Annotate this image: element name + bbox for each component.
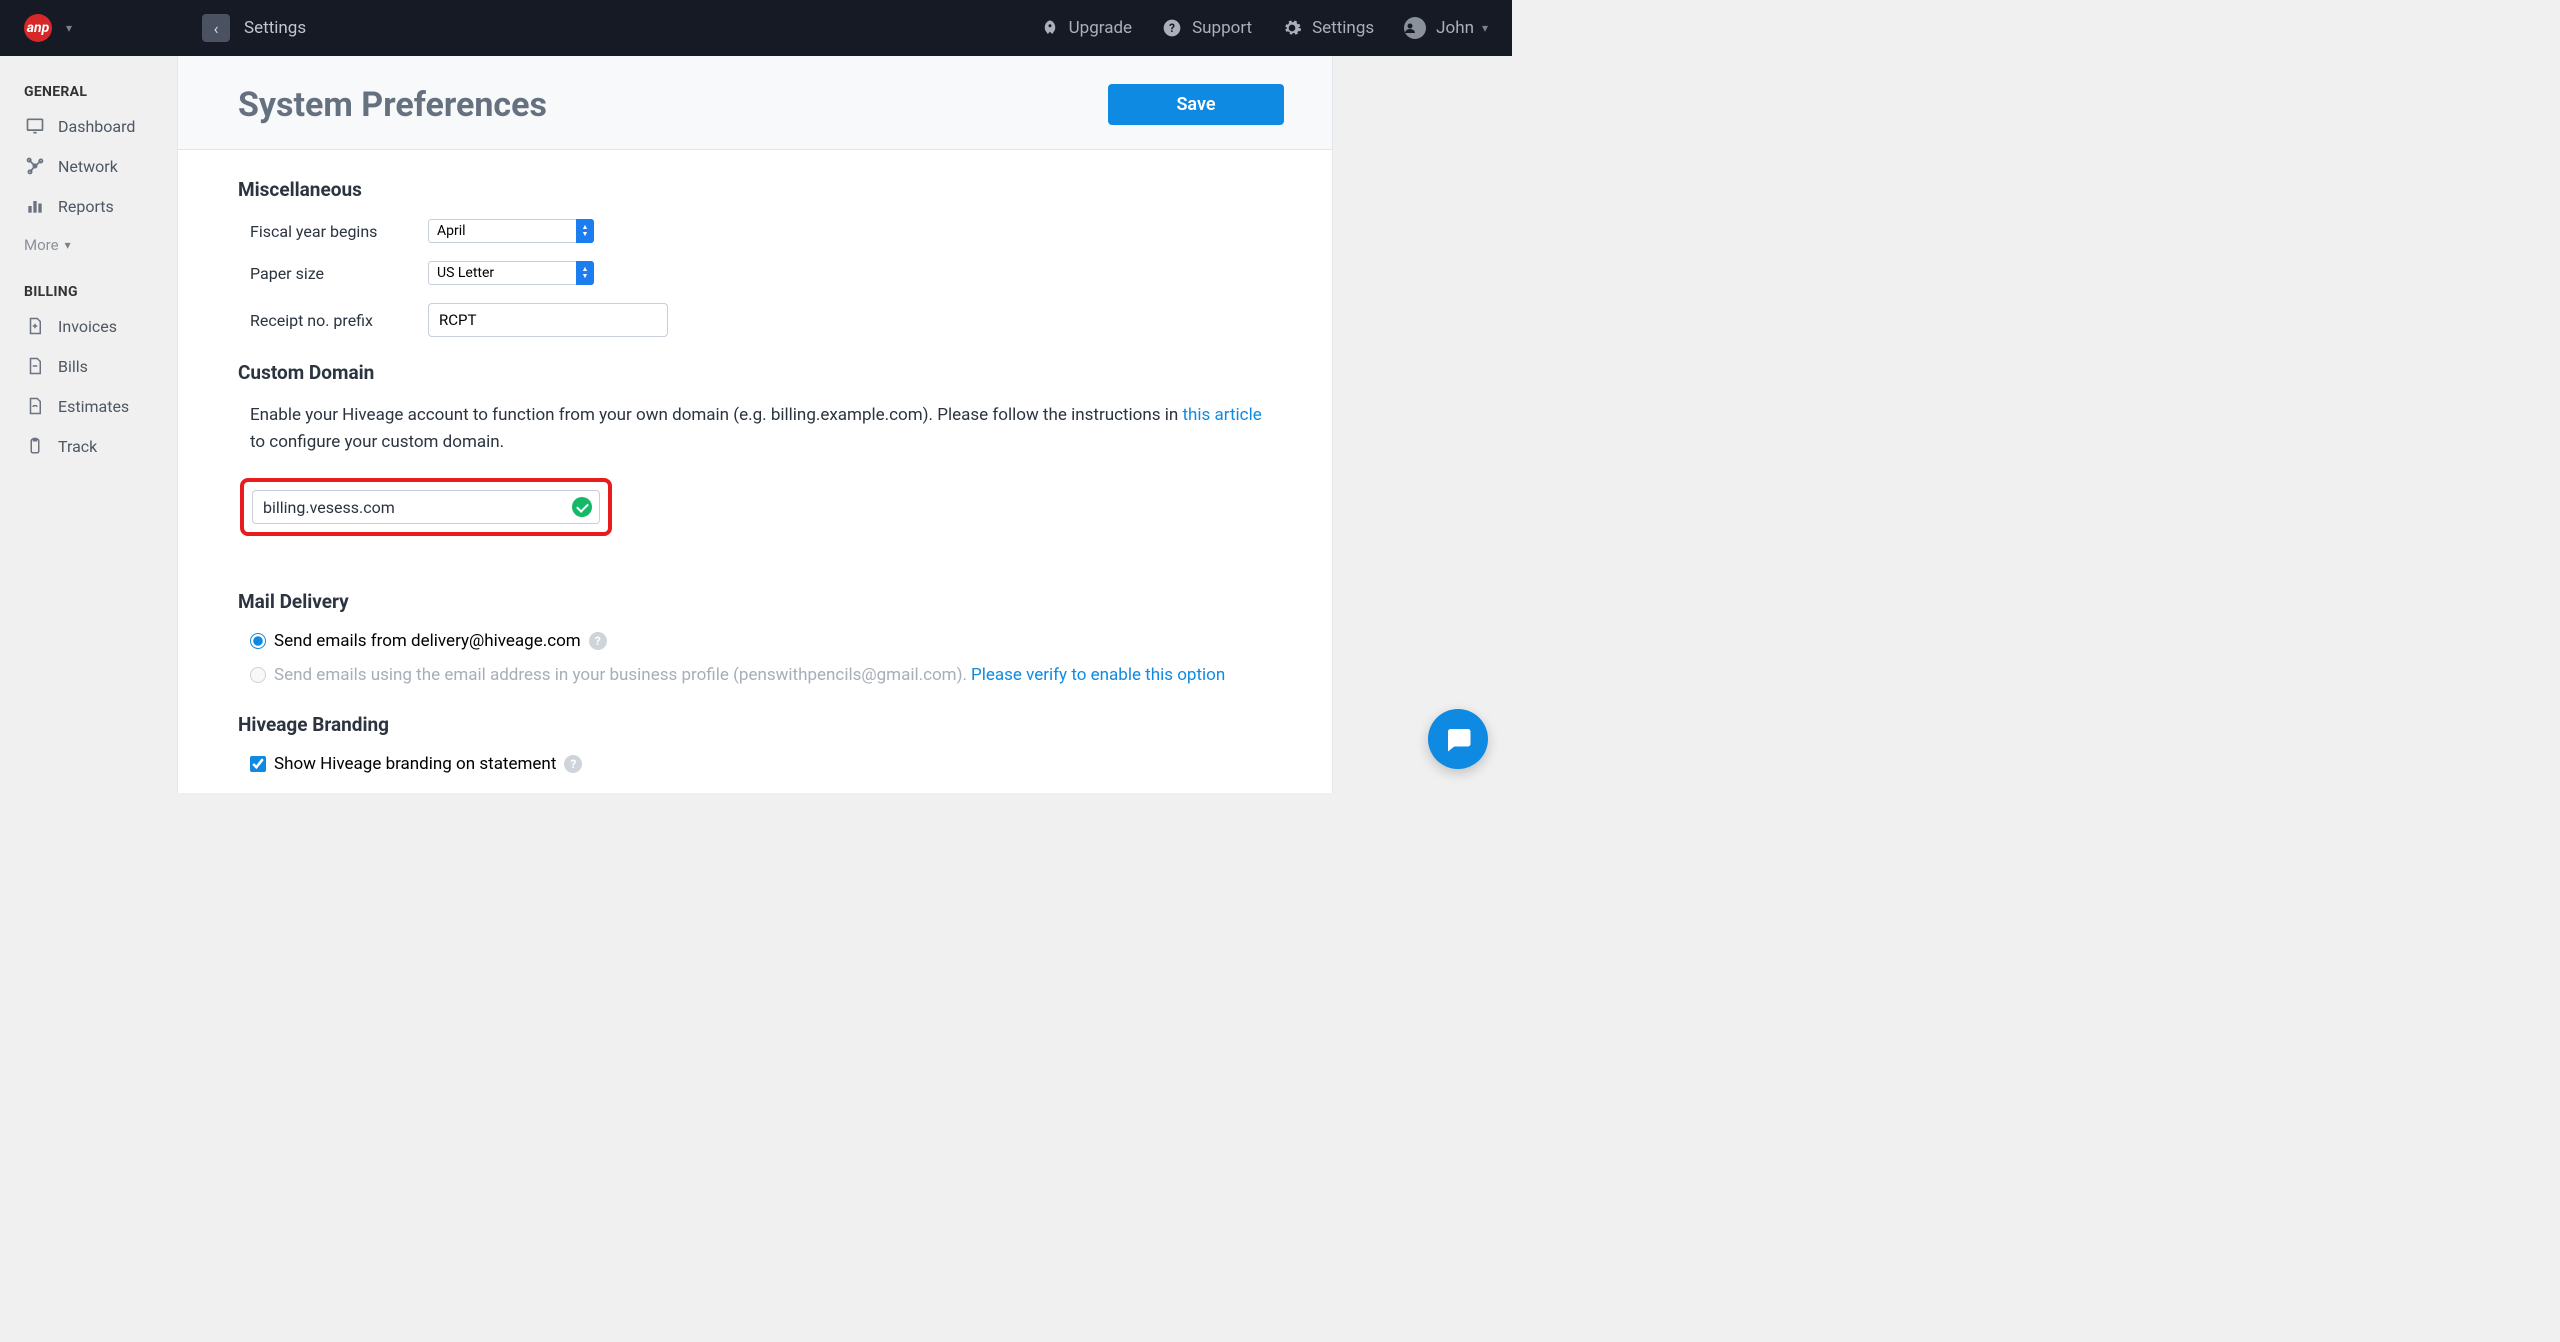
topbar: anp ▾ ‹ Settings Upgrade ? Support Setti…	[0, 0, 1512, 56]
branding-checkbox-label: Show Hiveage branding on statement	[274, 754, 556, 774]
mail-option-default-label: Send emails from delivery@hiveage.com	[274, 631, 581, 651]
sidebar-item-network[interactable]: Network	[24, 156, 165, 176]
sidebar-item-label: Network	[58, 157, 118, 176]
save-button[interactable]: Save	[1108, 84, 1284, 125]
verify-email-link[interactable]: Please verify to enable this option	[971, 665, 1225, 685]
invoice-icon	[24, 316, 46, 336]
main: System Preferences Save Miscellaneous Fi…	[177, 56, 1512, 793]
chevron-down-icon: ▾	[65, 238, 71, 252]
help-icon[interactable]: ?	[564, 755, 582, 773]
sidebar-item-label: Invoices	[58, 317, 117, 336]
receipt-prefix-input[interactable]	[428, 303, 668, 337]
section-heading-mail-delivery: Mail Delivery	[238, 590, 1272, 613]
custom-domain-highlight	[240, 478, 612, 536]
avatar-icon	[1404, 17, 1426, 39]
mail-option-profile-radio	[250, 667, 266, 683]
help-icon[interactable]: ?	[589, 632, 607, 650]
track-icon	[24, 436, 46, 456]
custom-domain-desc-post: to configure your custom domain.	[250, 432, 504, 452]
chat-widget[interactable]	[1428, 709, 1488, 769]
settings-link[interactable]: Settings	[1282, 18, 1374, 38]
sidebar-item-bills[interactable]: Bills	[24, 356, 165, 376]
content-header: System Preferences Save	[178, 56, 1332, 150]
page-title: Settings	[244, 18, 306, 38]
chevron-down-icon: ▾	[1482, 21, 1488, 35]
fiscal-year-label: Fiscal year begins	[250, 222, 428, 241]
paper-size-label: Paper size	[250, 264, 428, 283]
rocket-icon	[1041, 19, 1059, 37]
mail-option-profile: Send emails using the email address in y…	[250, 665, 1272, 685]
section-heading-miscellaneous: Miscellaneous	[238, 178, 1272, 201]
receipt-prefix-label: Receipt no. prefix	[250, 311, 428, 330]
estimate-icon	[24, 396, 46, 416]
sidebar-more-label: More	[24, 236, 59, 254]
sidebar-item-invoices[interactable]: Invoices	[24, 316, 165, 336]
upgrade-label: Upgrade	[1069, 18, 1132, 38]
paper-size-select[interactable]	[428, 261, 594, 285]
logo[interactable]: anp	[24, 14, 52, 42]
back-button[interactable]: ‹	[202, 14, 230, 42]
help-icon: ?	[1162, 18, 1182, 38]
logo-dropdown-chevron-icon[interactable]: ▾	[66, 21, 72, 35]
sidebar-heading-general: GENERAL	[24, 84, 165, 100]
sidebar-item-label: Track	[58, 437, 97, 456]
content-title: System Preferences	[238, 85, 547, 125]
dashboard-icon	[24, 116, 46, 136]
user-menu[interactable]: John ▾	[1404, 17, 1488, 39]
support-link[interactable]: ? Support	[1162, 18, 1252, 38]
bill-icon	[24, 356, 46, 376]
branding-checkbox[interactable]	[250, 756, 266, 772]
sidebar-item-estimates[interactable]: Estimates	[24, 396, 165, 416]
branding-checkbox-row[interactable]: Show Hiveage branding on statement ?	[250, 754, 1272, 774]
sidebar-item-track[interactable]: Track	[24, 436, 165, 456]
sidebar-item-reports[interactable]: Reports	[24, 196, 165, 216]
chat-icon	[1443, 724, 1473, 754]
sidebar-item-label: Bills	[58, 357, 88, 376]
gear-icon	[1282, 18, 1302, 38]
sidebar-item-label: Estimates	[58, 397, 129, 416]
network-icon	[24, 156, 46, 176]
svg-text:?: ?	[1169, 21, 1175, 35]
mail-option-profile-label: Send emails using the email address in y…	[274, 665, 967, 685]
settings-label: Settings	[1312, 18, 1374, 38]
user-name: John	[1436, 18, 1474, 38]
custom-domain-description: Enable your Hiveage account to function …	[250, 402, 1272, 456]
custom-domain-input[interactable]	[252, 490, 600, 524]
upgrade-link[interactable]: Upgrade	[1041, 18, 1132, 38]
chevron-left-icon: ‹	[214, 19, 219, 38]
fiscal-year-select[interactable]	[428, 219, 594, 243]
sidebar-item-label: Dashboard	[58, 117, 135, 136]
mail-option-default[interactable]: Send emails from delivery@hiveage.com ?	[250, 631, 1272, 651]
mail-option-default-radio[interactable]	[250, 633, 266, 649]
custom-domain-desc-pre: Enable your Hiveage account to function …	[250, 405, 1183, 425]
custom-domain-article-link[interactable]: this article	[1183, 405, 1262, 425]
sidebar-more[interactable]: More ▾	[24, 236, 165, 254]
sidebar: GENERAL Dashboard Network Reports More ▾…	[0, 56, 177, 793]
section-heading-custom-domain: Custom Domain	[238, 361, 1272, 384]
reports-icon	[24, 196, 46, 216]
checkmark-icon	[572, 497, 592, 517]
section-heading-branding: Hiveage Branding	[238, 713, 1272, 736]
sidebar-item-dashboard[interactable]: Dashboard	[24, 116, 165, 136]
logo-text: anp	[27, 20, 50, 36]
content-panel: System Preferences Save Miscellaneous Fi…	[177, 56, 1333, 793]
sidebar-item-label: Reports	[58, 197, 114, 216]
sidebar-heading-billing: BILLING	[24, 284, 165, 300]
support-label: Support	[1192, 18, 1252, 38]
